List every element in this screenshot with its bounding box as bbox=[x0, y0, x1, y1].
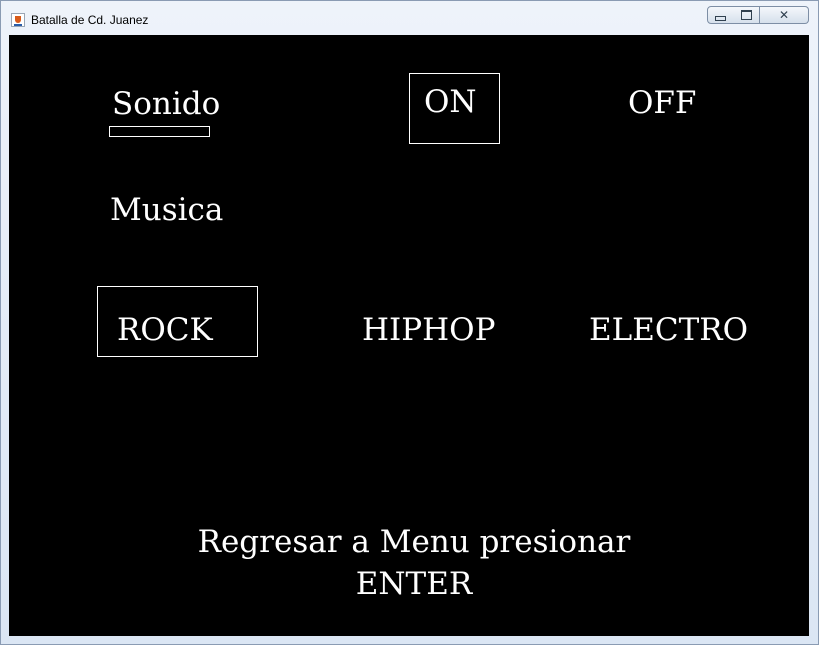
minimize-button[interactable] bbox=[707, 6, 734, 24]
maximize-icon bbox=[740, 10, 752, 20]
maximize-button[interactable] bbox=[733, 6, 760, 24]
app-window: Batalla de Cd. Juanez ✕ Sonido ON OFF Mu… bbox=[0, 0, 819, 645]
game-options-canvas: Sonido ON OFF Musica ROCK HIPHOP ELECTRO… bbox=[9, 35, 809, 636]
minimize-icon bbox=[715, 15, 726, 21]
return-instructions-line1: Regresar a Menu presionar bbox=[197, 524, 631, 560]
sound-option-on[interactable]: ON bbox=[424, 84, 477, 120]
close-button[interactable]: ✕ bbox=[760, 6, 809, 24]
close-icon: ✕ bbox=[778, 8, 790, 22]
return-instructions-line2: ENTER bbox=[355, 566, 473, 602]
java-app-icon bbox=[11, 13, 25, 27]
sound-option-off[interactable]: OFF bbox=[628, 85, 696, 121]
music-option-rock[interactable]: ROCK bbox=[117, 312, 213, 348]
music-option-hiphop[interactable]: HIPHOP bbox=[362, 312, 495, 348]
sound-focus-indicator bbox=[109, 126, 210, 137]
window-title: Batalla de Cd. Juanez bbox=[31, 13, 149, 27]
music-label: Musica bbox=[110, 192, 224, 228]
music-option-electro[interactable]: ELECTRO bbox=[589, 312, 748, 348]
title-bar[interactable]: Batalla de Cd. Juanez ✕ bbox=[1, 1, 818, 34]
return-instructions: Regresar a Menu presionar ENTER bbox=[9, 521, 819, 605]
sound-label: Sonido bbox=[112, 86, 221, 122]
